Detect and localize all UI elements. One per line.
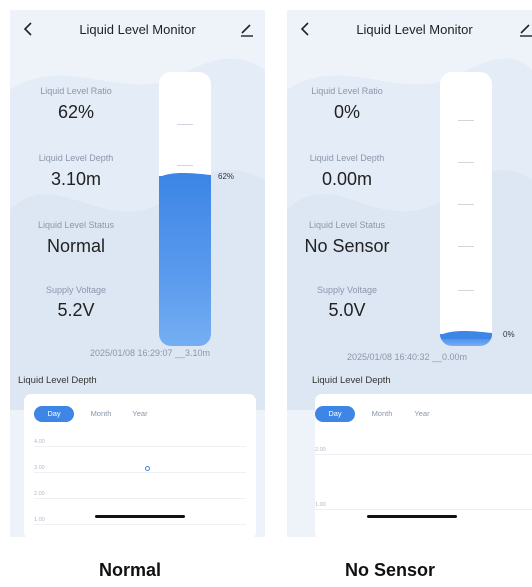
caption-normal: Normal [98,560,161,580]
grid-line [34,446,246,447]
tank-fill [159,173,211,346]
chart-data-point[interactable] [145,466,150,471]
grid-label: 1.00 [34,517,45,523]
depth-label: Liquid Level Depth [309,153,385,163]
depth-label: Liquid Level Depth [38,153,114,163]
grid-label: 4.00 [34,439,45,445]
tank-tick [458,120,474,121]
grid-line [315,454,532,455]
tank-tick [458,246,474,247]
status-value: No Sensor [304,236,390,256]
tank-tick [177,165,193,166]
grid-line [315,509,532,510]
tank-percent-label: 62% [218,172,235,182]
tank-tick [458,290,474,291]
tank-tick [458,162,474,163]
status-label: Liquid Level Status [37,220,115,230]
grid-label: 2.00 [315,447,326,453]
tab-month[interactable]: Month [86,406,116,422]
header: Liquid Level Monitor [287,10,532,48]
tank-tick [458,204,474,205]
tab-year[interactable]: Year [410,406,434,422]
ratio-label: Liquid Level Ratio [311,86,383,96]
header: Liquid Level Monitor [10,10,265,48]
section-title: Liquid Level Depth [18,375,97,386]
grid-line [34,498,246,499]
status-value: Normal [46,236,105,256]
tank-percent-label: 0% [503,330,515,339]
status-label: Liquid Level Status [308,220,386,230]
tab-day[interactable]: Day [315,406,355,422]
phone-screen-no-sensor: Liquid Level Monitor Liquid Level Ratio … [287,10,532,537]
depth-value: 3.10m [50,169,102,189]
ratio-value: 0% [333,102,360,122]
depth-value: 0.00m [321,169,373,189]
ratio-label: Liquid Level Ratio [40,86,112,96]
tab-year[interactable]: Year [128,406,152,422]
pencil-icon[interactable] [516,19,532,39]
tab-day[interactable]: Day [34,406,74,422]
ratio-value: 62% [57,102,95,122]
voltage-value: 5.2V [57,300,95,320]
grid-line [34,472,246,473]
pencil-icon[interactable] [237,19,257,39]
voltage-label: Supply Voltage [316,285,378,295]
tank-tick [177,124,193,125]
level-tank [159,72,211,346]
tank-fill [440,330,492,346]
level-tank [440,72,492,346]
last-reading-timestamp: 2025/01/08 16:40:32 __0.00m [346,352,468,362]
phone-screen-normal: Liquid Level Monitor Liquid Level Ratio … [10,10,265,537]
grid-line [34,524,246,525]
tab-month[interactable]: Month [367,406,397,422]
grid-label: 3.00 [34,465,45,471]
voltage-value: 5.0V [328,300,366,320]
grid-label: 2.00 [34,491,45,497]
grid-label: 1.00 [315,502,326,508]
caption-no-sensor: No Sensor [344,560,436,580]
page-title: Liquid Level Monitor [356,22,473,37]
home-indicator [95,515,185,518]
page-title: Liquid Level Monitor [79,22,196,37]
voltage-label: Supply Voltage [45,285,107,295]
last-reading-timestamp: 2025/01/08 16:29:07 __3.10m [89,348,211,358]
section-title: Liquid Level Depth [312,375,391,386]
home-indicator [367,515,457,518]
